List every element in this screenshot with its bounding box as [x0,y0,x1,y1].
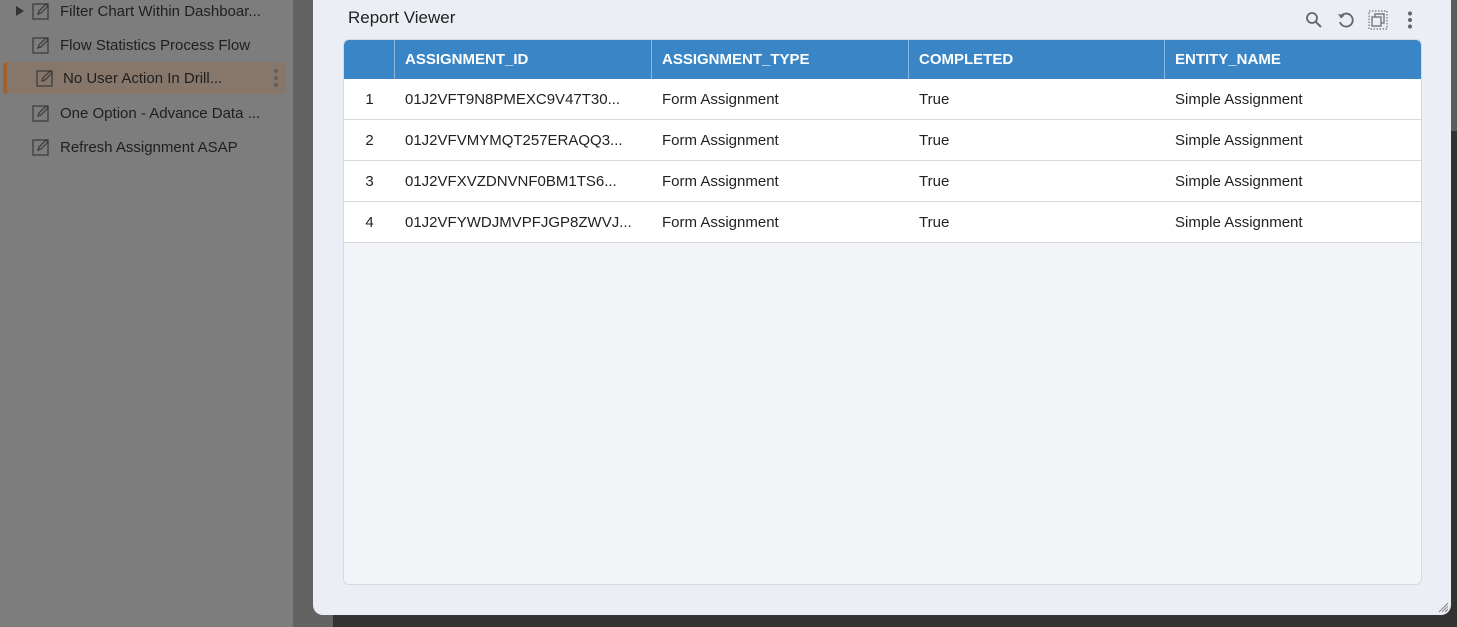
report-viewer-dialog: Report Viewer ASSIGNMENT_ID ASSIGNMENT_T… [313,0,1451,615]
cell-completed: True [919,90,950,108]
cell-assignment-id: 01J2VFT9N8PMEXC9V47T30... [405,90,621,108]
table-row[interactable]: 3 01J2VFXVZDNVNF0BM1TS6... Form Assignme… [344,161,1421,202]
copy-button[interactable] [1367,9,1389,31]
cell-assignment-type: Form Assignment [662,213,779,231]
grid-header: ASSIGNMENT_ID ASSIGNMENT_TYPE COMPLETED … [344,40,1421,79]
copy-icon [1368,10,1388,30]
cell-entity-name: Simple Assignment [1175,172,1303,190]
edit-icon [32,105,49,122]
column-header-assignment-id[interactable]: ASSIGNMENT_ID [395,40,652,79]
sidebar-item-label: Flow Statistics Process Flow [60,36,251,54]
cell-entity-name: Simple Assignment [1175,213,1303,231]
cell-entity-name: Simple Assignment [1175,131,1303,149]
cell-completed: True [919,172,950,190]
dialog-title: Report Viewer [348,8,456,27]
sidebar-item-filter-chart[interactable]: Filter Chart Within Dashboar... [0,0,283,27]
edit-icon [32,37,49,54]
sidebar-item-label: Filter Chart Within Dashboar... [60,2,261,20]
row-number: 1 [365,90,374,108]
cell-assignment-id: 01J2VFYWDJMVPFJGP8ZWVJ... [405,213,632,231]
edit-icon [32,3,49,20]
sidebar-item-label: No User Action In Drill... [63,69,223,87]
column-header-entity-name[interactable]: ENTITY_NAME [1165,40,1421,79]
sidebar-item-label: One Option - Advance Data ... [60,104,261,122]
row-number: 2 [365,131,374,149]
column-header-assignment-type[interactable]: ASSIGNMENT_TYPE [652,40,909,79]
row-number: 4 [365,213,374,231]
cell-completed: True [919,213,950,231]
sidebar-item-refresh-assignment[interactable]: Refresh Assignment ASAP [0,131,283,163]
cell-completed: True [919,131,950,149]
sidebar: Filter Chart Within Dashboar... Flow Sta… [0,0,293,627]
cell-assignment-type: Form Assignment [662,131,779,149]
refresh-button[interactable] [1335,9,1357,31]
sidebar-item-label: Refresh Assignment ASAP [60,138,238,156]
more-vertical-icon [1408,11,1412,29]
expand-arrow-icon[interactable] [16,6,24,16]
cell-assignment-type: Form Assignment [662,90,779,108]
more-options-icon[interactable] [274,69,278,87]
column-header-completed[interactable]: COMPLETED [909,40,1165,79]
row-number: 3 [365,172,374,190]
edit-icon [32,139,49,156]
resize-handle-icon[interactable] [1437,601,1449,613]
table-row[interactable]: 4 01J2VFYWDJMVPFJGP8ZWVJ... Form Assignm… [344,202,1421,243]
dialog-toolbar [1303,9,1421,31]
edit-icon [36,70,53,87]
sidebar-item-one-option[interactable]: One Option - Advance Data ... [0,97,283,129]
more-button[interactable] [1399,9,1421,31]
sidebar-item-no-user-action[interactable]: No User Action In Drill... [3,62,286,94]
refresh-icon [1338,12,1354,28]
report-grid: ASSIGNMENT_ID ASSIGNMENT_TYPE COMPLETED … [343,39,1422,585]
search-icon [1306,12,1322,28]
cell-assignment-id: 01J2VFXVZDNVNF0BM1TS6... [405,172,617,190]
table-row[interactable]: 2 01J2VFVMYMQT257ERAQQ3... Form Assignme… [344,120,1421,161]
search-button[interactable] [1303,9,1325,31]
cell-assignment-type: Form Assignment [662,172,779,190]
cell-assignment-id: 01J2VFVMYMQT257ERAQQ3... [405,131,623,149]
column-header-row-number [344,40,395,79]
cell-entity-name: Simple Assignment [1175,90,1303,108]
table-row[interactable]: 1 01J2VFT9N8PMEXC9V47T30... Form Assignm… [344,79,1421,120]
sidebar-item-flow-statistics[interactable]: Flow Statistics Process Flow [0,29,283,61]
